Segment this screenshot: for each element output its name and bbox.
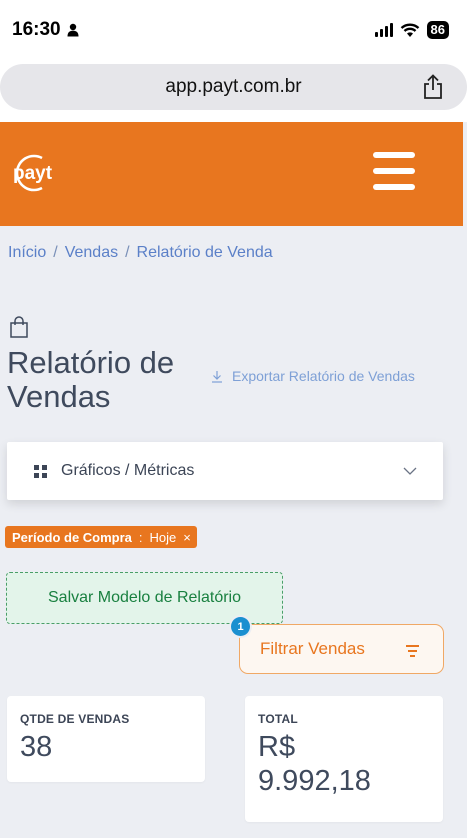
filter-sales-label: Filtrar Vendas bbox=[260, 639, 365, 658]
breadcrumb-separator: / bbox=[53, 244, 58, 261]
status-time: 16:30 bbox=[12, 19, 79, 41]
logo-lettering: payt bbox=[13, 163, 53, 184]
total-card: TOTAL R$ 9.992,18 bbox=[245, 696, 443, 822]
person-icon bbox=[67, 23, 79, 37]
filter-value: Hoje bbox=[149, 529, 177, 545]
active-filter-chip: Período de Compra : Hoje × bbox=[5, 526, 197, 548]
metrics-label: Gráficos / Métricas bbox=[61, 462, 195, 479]
filter-name: Período de Compra bbox=[12, 529, 132, 545]
status-bar: 16:30 86 bbox=[0, 0, 467, 60]
breadcrumb: Início / Vendas / Relatório de Venda bbox=[8, 244, 273, 262]
close-icon[interactable]: × bbox=[183, 530, 191, 545]
filter-count-badge: 1 bbox=[231, 617, 250, 636]
url-text: app.payt.com.br bbox=[165, 76, 302, 97]
battery-indicator: 86 bbox=[426, 21, 449, 39]
clock-time: 16:30 bbox=[12, 19, 61, 40]
share-icon[interactable] bbox=[421, 74, 445, 100]
shopping-bag-icon bbox=[10, 316, 28, 338]
chevron-down-icon bbox=[403, 467, 417, 475]
breadcrumb-vendas[interactable]: Vendas bbox=[65, 244, 118, 262]
breadcrumb-separator: / bbox=[125, 244, 130, 261]
wifi-icon bbox=[400, 23, 419, 37]
filter-sales-button[interactable]: Filtrar Vendas bbox=[239, 624, 444, 674]
card-value: R$ 9.992,18 bbox=[258, 730, 371, 798]
browser-chrome: app.payt.com.br bbox=[0, 60, 467, 122]
breadcrumb-relatorio[interactable]: Relatório de Venda bbox=[137, 244, 273, 262]
total-amount: 9.992,18 bbox=[258, 765, 371, 797]
breadcrumb-inicio[interactable]: Início bbox=[8, 244, 46, 262]
export-label: Exportar Relatório de Vendas bbox=[232, 368, 415, 384]
page-title: Relatório de Vendas bbox=[7, 345, 175, 414]
address-bar[interactable]: app.payt.com.br bbox=[0, 64, 467, 110]
cellular-signal-icon bbox=[374, 23, 393, 37]
status-indicators: 86 bbox=[374, 21, 449, 39]
charts-metrics-toggle[interactable]: Gráficos / Métricas bbox=[7, 442, 443, 500]
card-label: TOTAL bbox=[258, 712, 298, 726]
filter-separator: : bbox=[138, 529, 143, 545]
menu-icon[interactable] bbox=[373, 152, 415, 192]
export-report-link[interactable]: Exportar Relatório de Vendas bbox=[211, 368, 415, 384]
card-value: 38 bbox=[20, 731, 53, 763]
payt-logo-icon: payt bbox=[13, 154, 53, 192]
app-header: payt bbox=[0, 122, 463, 226]
grid-icon bbox=[34, 464, 47, 478]
currency-symbol: R$ bbox=[258, 731, 296, 763]
card-label: QTDE DE VENDAS bbox=[20, 712, 130, 726]
download-icon bbox=[212, 370, 222, 383]
payt-logo[interactable]: payt bbox=[6, 154, 70, 197]
filter-icon bbox=[406, 645, 419, 660]
sales-quantity-card: QTDE DE VENDAS 38 bbox=[7, 696, 205, 782]
